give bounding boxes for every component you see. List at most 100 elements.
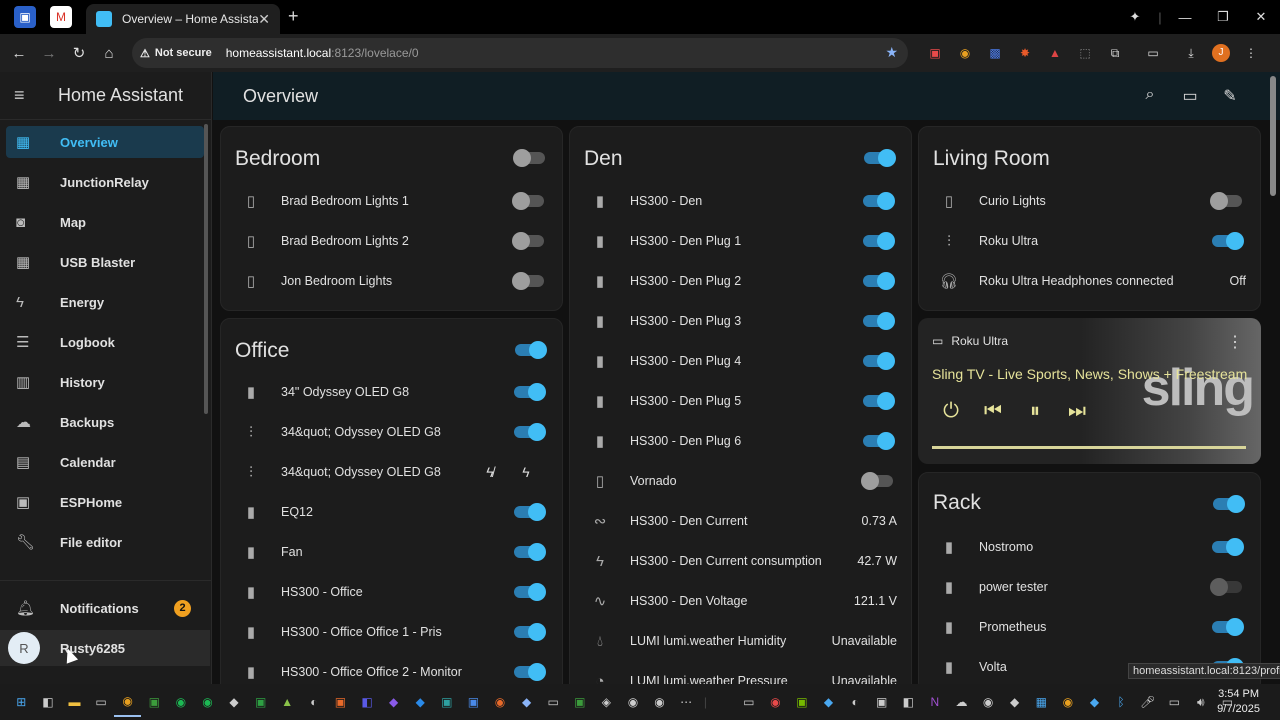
microphone-icon[interactable]: 🎤︎ <box>1134 687 1161 717</box>
volume-icon[interactable]: 🔊︎ <box>1188 687 1215 717</box>
minimize-button[interactable]: — <box>1166 10 1204 25</box>
restore-button[interactable]: ❐ <box>1204 9 1242 25</box>
list-item[interactable]: ▮ HS300 - Den Plug 5 <box>570 381 911 421</box>
sidebar-user[interactable]: R Rusty6285 <box>0 630 210 666</box>
bookmark-star-icon[interactable]: ★ <box>885 44 898 61</box>
power-icon[interactable]: ⏻ <box>930 400 972 423</box>
tray-icon[interactable]: ▣ <box>789 687 816 717</box>
list-item[interactable]: ϟ HS300 - Den Current consumption 42.7 W <box>570 541 911 581</box>
taskbar-app-icon[interactable]: ◉ <box>487 687 514 717</box>
entity-toggle[interactable] <box>863 232 895 250</box>
download-icon[interactable]: ⤓ <box>1176 42 1206 64</box>
list-item[interactable]: ▯ Brad Bedroom Lights 1 <box>221 181 562 221</box>
entity-toggle[interactable] <box>863 392 895 410</box>
gemini-icon[interactable]: ✦ <box>1116 9 1154 25</box>
entity-toggle[interactable] <box>512 232 544 250</box>
entity-toggle[interactable] <box>514 503 546 521</box>
file-explorer-icon[interactable]: ▬ <box>61 687 88 717</box>
den-master-toggle[interactable] <box>864 149 896 167</box>
taskbar-app-icon[interactable]: ◧ <box>35 687 62 717</box>
entity-toggle[interactable] <box>863 312 895 330</box>
entity-toggle[interactable] <box>1210 578 1242 596</box>
active-tab[interactable]: Overview – Home Assistant ✕ <box>86 4 280 34</box>
close-window-button[interactable]: ✕ <box>1242 9 1280 25</box>
entity-toggle[interactable] <box>514 663 546 681</box>
entity-toggle[interactable] <box>1212 538 1244 556</box>
taskbar-app-icon[interactable]: ▣ <box>566 687 593 717</box>
bluetooth-icon[interactable]: ᛒ <box>1108 687 1135 717</box>
tab-favicon-gmail[interactable]: M <box>50 6 72 28</box>
visual-studio-icon[interactable]: ◆ <box>380 687 407 717</box>
steam-tray-icon[interactable]: ◆ <box>1001 687 1028 717</box>
entity-toggle[interactable] <box>1212 618 1244 636</box>
pause-icon[interactable]: ⏸ <box>1014 400 1056 423</box>
extension-icon-1[interactable]: ▣ <box>920 42 950 64</box>
sidebar-item-energy[interactable]: ϟ Energy <box>6 286 204 318</box>
menu-toggle-icon[interactable]: ≡ <box>14 85 58 106</box>
extensions-puzzle-icon[interactable]: ⧉ <box>1100 42 1130 64</box>
taskbar-app-icon[interactable]: ◧ <box>354 687 381 717</box>
list-item[interactable]: ∿ HS300 - Den Voltage 121.1 V <box>570 581 911 621</box>
taskbar-clock[interactable]: 3:54 PM 9/7/2025 <box>1217 687 1260 717</box>
forward-button[interactable]: → <box>34 45 64 62</box>
entity-toggle[interactable] <box>514 383 546 401</box>
extension-icon-2[interactable]: ◉ <box>950 42 980 64</box>
power-off-icon[interactable]: ϟ̸ <box>472 464 508 480</box>
reload-button[interactable]: ↻ <box>64 44 94 62</box>
tray-icon[interactable]: ▦ <box>1028 687 1055 717</box>
list-item[interactable]: ▯ Jon Bedroom Lights <box>221 261 562 301</box>
sidebar-item-file-editor[interactable]: 🔧︎ File editor <box>6 526 204 558</box>
entity-toggle[interactable] <box>863 192 895 210</box>
main-scrollbar[interactable] <box>1270 76 1276 196</box>
taskbar-app-icon[interactable]: ▣ <box>327 687 354 717</box>
spotify-icon[interactable]: ◉ <box>168 687 195 717</box>
tray-icon[interactable]: ◉ <box>975 687 1002 717</box>
list-item[interactable]: ▮ 34" Odyssey OLED G8 <box>221 372 562 412</box>
more-apps-icon[interactable]: ⋯ <box>673 687 700 717</box>
extension-icon-3[interactable]: ▩ <box>980 42 1010 64</box>
list-item[interactable]: 🎧︎ Roku Ultra Headphones connected Off <box>919 261 1260 301</box>
sidebar-item-map[interactable]: ◙ Map <box>6 206 204 238</box>
search-icon[interactable]: ⌕ <box>1130 86 1170 106</box>
bedroom-master-toggle[interactable] <box>513 149 545 167</box>
edit-icon[interactable]: ✎ <box>1210 86 1250 106</box>
start-button[interactable]: ⊞ <box>8 687 35 717</box>
chrome-icon[interactable]: ◉ <box>114 687 141 717</box>
terminal-icon[interactable]: ▭ <box>88 687 115 717</box>
list-item[interactable]: ∾ HS300 - Den Current 0.73 A <box>570 501 911 541</box>
list-item[interactable]: ◔ LUMI lumi.weather Pressure Unavailable <box>570 661 911 685</box>
list-item[interactable]: ▮ HS300 - Office Office 1 - Pris <box>221 612 562 652</box>
taskbar-app-icon[interactable]: ▣ <box>460 687 487 717</box>
extension-icon-5[interactable]: ▲ <box>1040 42 1070 64</box>
sidebar-item-history[interactable]: ▥ History <box>6 366 204 398</box>
taskbar-app-icon[interactable]: ▣ <box>434 687 461 717</box>
taskbar-app-icon[interactable]: ◉ <box>194 687 221 717</box>
new-tab-button[interactable]: + <box>288 6 299 27</box>
extension-icon-6[interactable]: ⬚ <box>1070 42 1100 64</box>
sidebar-item-junctionrelay[interactable]: ▦ JunctionRelay <box>6 166 204 198</box>
sidebar-item-calendar[interactable]: ▤ Calendar <box>6 446 204 478</box>
sidebar-item-backups[interactable]: ☁ Backups <box>6 406 204 438</box>
list-item[interactable]: ▮ Prometheus <box>919 607 1260 647</box>
tray-icon[interactable]: ◐ <box>842 687 869 717</box>
address-bar[interactable]: ⚠ Not secure homeassistant.local:8123/lov… <box>132 38 908 68</box>
entity-toggle[interactable] <box>863 272 895 290</box>
taskbar-app-icon[interactable]: ◈ <box>593 687 620 717</box>
onedrive-icon[interactable]: ☁ <box>948 687 975 717</box>
list-item[interactable]: ⫶ 34&quot; Odyssey OLED G8 ϟ̸ ϟ <box>221 452 562 492</box>
list-item[interactable]: ▮ HS300 - Office <box>221 572 562 612</box>
entity-toggle[interactable] <box>514 423 546 441</box>
onenote-icon[interactable]: N <box>922 687 949 717</box>
browser-menu-icon[interactable]: ⋮ <box>1236 42 1266 64</box>
list-item[interactable]: ▯ Vornado <box>570 461 911 501</box>
sidebar-item-usb-blaster[interactable]: ▦ USB Blaster <box>6 246 204 278</box>
list-item[interactable]: ▯ Curio Lights <box>919 181 1260 221</box>
tray-icon[interactable]: ◧ <box>895 687 922 717</box>
taskbar-app-icon[interactable]: ▣ <box>141 687 168 717</box>
taskbar-app-icon[interactable]: ▭ <box>540 687 567 717</box>
taskbar-app-icon[interactable]: ◉ <box>646 687 673 717</box>
entity-toggle[interactable] <box>863 432 895 450</box>
list-item[interactable]: ⫶ Roku Ultra <box>919 221 1260 261</box>
list-item[interactable]: ▮ Fan <box>221 532 562 572</box>
tray-icon[interactable]: ▭ <box>735 687 762 717</box>
